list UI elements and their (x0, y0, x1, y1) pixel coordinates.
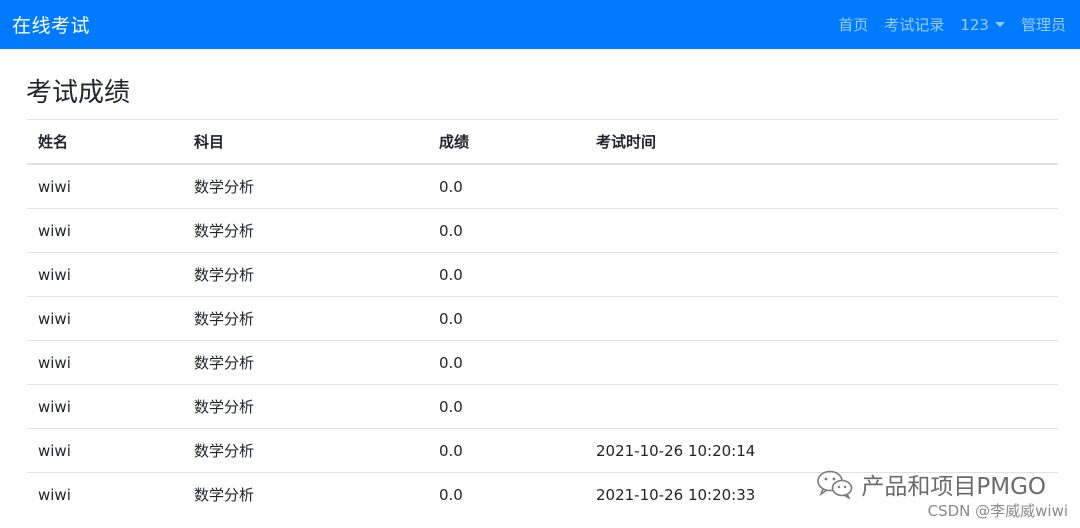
cell-name: wiwi (27, 163, 183, 209)
cell-subject: 数学分析 (183, 163, 428, 209)
table-row: wiwi 数学分析 0.0 (27, 252, 1058, 297)
cell-score: 0.0 (428, 472, 585, 516)
table-body: wiwi 数学分析 0.0 wiwi 数学分析 0.0 wiwi 数学分析 0.0 wiwi 数学分… (27, 163, 1058, 516)
cell-score: 0.0 (428, 208, 585, 253)
top-navbar: 在线考试 首页 考试记录 123 管理员 (0, 0, 1080, 49)
nav-user-dropdown[interactable]: 123 (960, 16, 1005, 34)
cell-subject: 数学分析 (183, 252, 428, 297)
cell-exam-time (585, 296, 1058, 341)
cell-name: wiwi (27, 428, 183, 473)
cell-subject: 数学分析 (183, 472, 428, 516)
page-title: 考试成绩 (26, 78, 131, 108)
user-dropdown-label: 123 (960, 15, 989, 34)
watermark-text: 产品和项目PMGO (861, 474, 1046, 500)
cell-exam-time: 2021-10-26 10:20:14 (585, 428, 1058, 473)
cell-subject: 数学分析 (183, 428, 428, 473)
cell-score: 0.0 (428, 252, 585, 297)
cell-exam-time (585, 208, 1058, 253)
table-row: wiwi 数学分析 0.0 (27, 340, 1058, 385)
header-name: 姓名 (27, 119, 183, 165)
nav-home-link[interactable]: 首页 (838, 14, 868, 35)
table-row: wiwi 数学分析 0.0 (27, 384, 1058, 429)
table-row: wiwi 数学分析 0.0 2021-10-26 10:20:14 (27, 428, 1058, 473)
nav-admin-link[interactable]: 管理员 (1021, 14, 1066, 35)
cell-exam-time (585, 384, 1058, 429)
cell-score: 0.0 (428, 428, 585, 473)
nav-menu: 首页 考试记录 123 管理员 (822, 0, 1066, 49)
table-header-row: 姓名 科目 成绩 考试时间 (27, 119, 1058, 165)
cell-subject: 数学分析 (183, 340, 428, 385)
brand-title[interactable]: 在线考试 (12, 11, 90, 38)
cell-subject: 数学分析 (183, 384, 428, 429)
cell-name: wiwi (27, 472, 183, 516)
cell-subject: 数学分析 (183, 208, 428, 253)
cell-score: 0.0 (428, 340, 585, 385)
cell-exam-time (585, 163, 1058, 209)
scores-table: 姓名 科目 成绩 考试时间 wiwi 数学分析 0.0 wiwi 数学分析 0.0 wiwi… (27, 119, 1058, 516)
cell-name: wiwi (27, 340, 183, 385)
watermark: 产品和项目PMGO (815, 467, 1046, 501)
cell-name: wiwi (27, 208, 183, 253)
cell-name: wiwi (27, 296, 183, 341)
cell-exam-time (585, 252, 1058, 297)
cell-subject: 数学分析 (183, 296, 428, 341)
cell-score: 0.0 (428, 384, 585, 429)
table-row: wiwi 数学分析 0.0 (27, 163, 1058, 209)
csdn-credit: CSDN @李威威wiwi (927, 502, 1068, 520)
header-exam-time: 考试时间 (585, 119, 1058, 165)
cell-score: 0.0 (428, 296, 585, 341)
caret-down-icon (994, 22, 1005, 27)
nav-exam-records-link[interactable]: 考试记录 (884, 14, 944, 35)
cell-name: wiwi (27, 252, 183, 297)
table-row: wiwi 数学分析 0.0 (27, 208, 1058, 253)
cell-name: wiwi (27, 384, 183, 429)
header-subject: 科目 (183, 119, 428, 165)
cell-exam-time (585, 340, 1058, 385)
wechat-icon (817, 470, 853, 499)
cell-score: 0.0 (428, 163, 585, 209)
header-score: 成绩 (428, 119, 585, 165)
table-row: wiwi 数学分析 0.0 (27, 296, 1058, 341)
